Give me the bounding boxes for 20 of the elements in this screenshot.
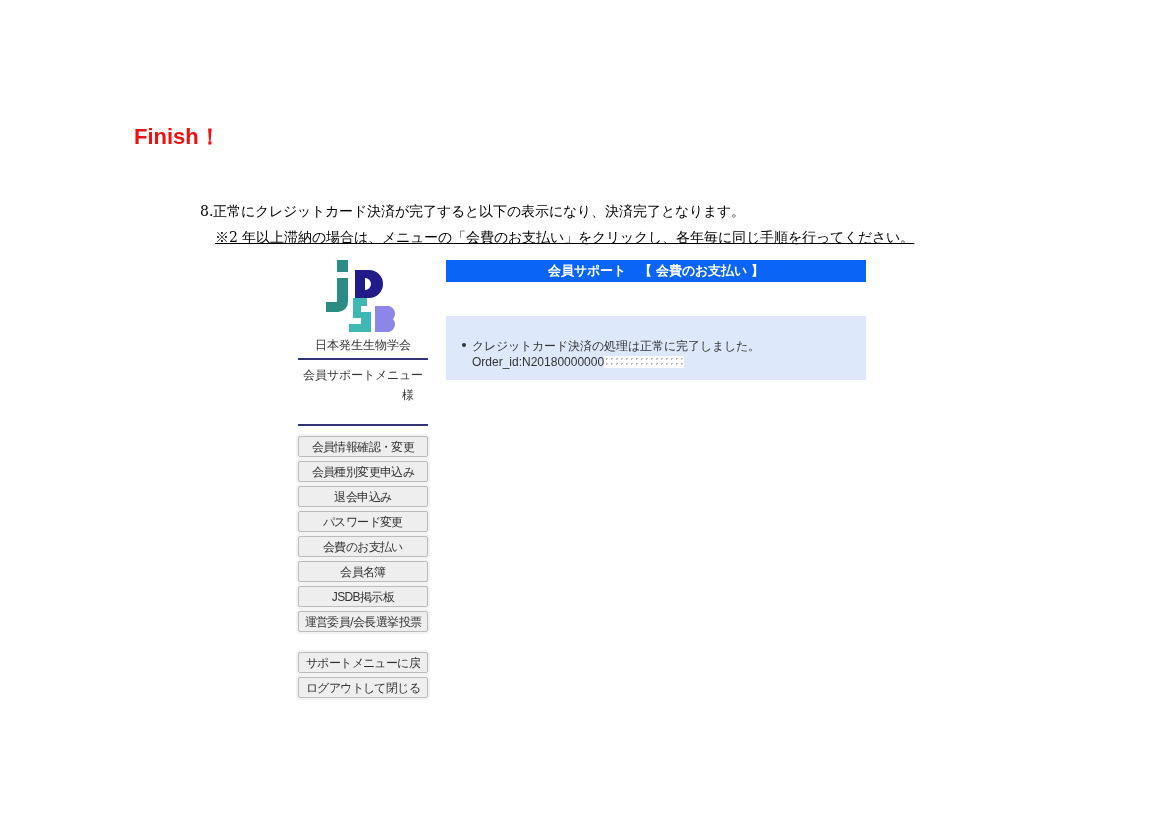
menu-button[interactable]: 会員種別変更申込み [298, 461, 428, 482]
instruction-note: ※2 年以上滞納の場合は、メニューの「会費のお支払い」をクリックし、各年毎に同じ手順を行ってください。 [215, 228, 915, 247]
menu-title: 会員サポートメニュー [303, 367, 423, 384]
menu-button[interactable]: サポートメニューに戻 [298, 652, 428, 673]
menu-button[interactable]: JSDB掲示板 [298, 586, 428, 607]
menu-button[interactable]: 会員情報確認・変更 [298, 436, 428, 457]
page-title-bar: 会員サポート 【 会費のお支払い 】 [446, 260, 866, 282]
page-heading: Finish！ [134, 123, 221, 151]
instruction-text: 8.正常にクレジットカード決済が完了すると以下の表示になり、決済完了となります。 [200, 202, 746, 221]
user-suffix: 様 [402, 387, 414, 404]
menu-button[interactable]: 運営委員/会長選挙投票 [298, 611, 428, 632]
menu-button[interactable]: 会費のお支払い [298, 536, 428, 557]
menu-button[interactable]: パスワード変更 [298, 511, 428, 532]
success-message: クレジットカード決済の処理は正常に完了しました。 [472, 338, 760, 354]
order-id: Order_id:N20180000000 [472, 354, 605, 370]
menu-button[interactable]: 会員名簿 [298, 561, 428, 582]
menu-button[interactable]: ログアウトして閉じる [298, 677, 428, 698]
menu-button[interactable]: 退会申込み [298, 486, 428, 507]
organization-name: 日本発生生物学会 [315, 337, 411, 354]
bullet-icon [462, 343, 466, 347]
